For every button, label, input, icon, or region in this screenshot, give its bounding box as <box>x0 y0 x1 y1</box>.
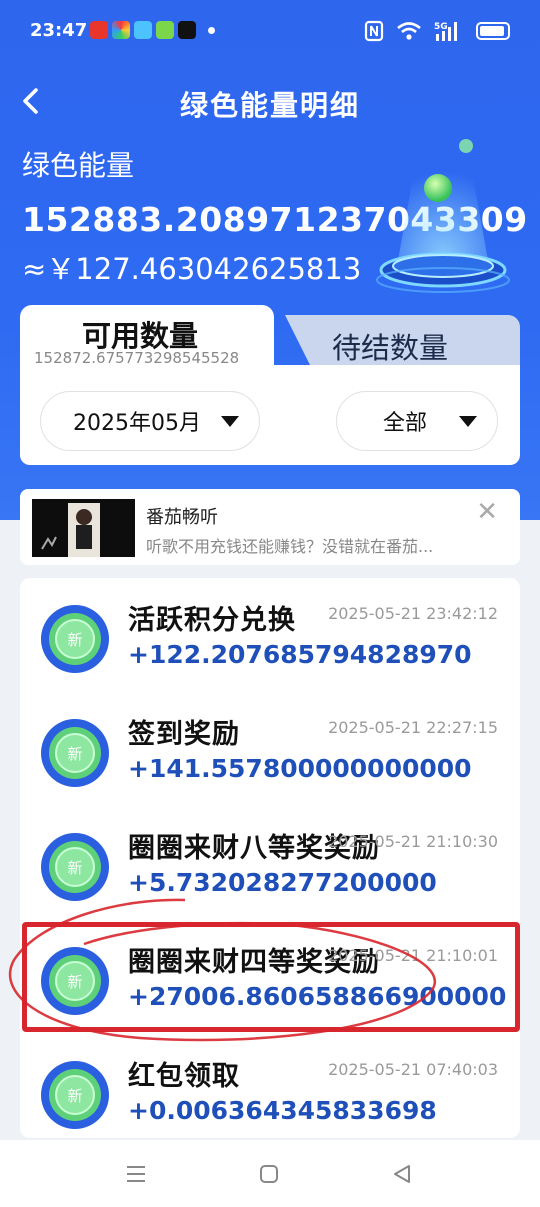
record-time: 2025-05-21 22:27:15 <box>328 718 498 737</box>
nfc-icon <box>364 20 384 42</box>
record-title: 签到奖励 <box>128 719 240 750</box>
caret-down-icon <box>459 416 477 427</box>
energy-coin-icon: 新 <box>41 1061 109 1129</box>
list-item[interactable]: 新 圈圈来财四等奖奖励 2025-05-21 21:10:01 +27006.8… <box>20 920 520 1034</box>
energy-coin-icon: 新 <box>41 947 109 1015</box>
more-notifications-icon <box>208 26 215 34</box>
record-time: 2025-05-21 07:40:03 <box>328 1060 498 1079</box>
close-icon[interactable]: ✕ <box>476 499 498 525</box>
svg-text:新: 新 <box>67 859 82 877</box>
record-title: 活跃积分兑换 <box>128 605 296 636</box>
status-app-icons <box>90 21 215 39</box>
list-item[interactable]: 新 签到奖励 2025-05-21 22:27:15 +141.55780000… <box>20 692 520 806</box>
record-amount: +27006.860658866900000 <box>128 982 507 1011</box>
record-time: 2025-05-21 23:42:12 <box>328 604 498 623</box>
month-dropdown[interactable]: 2025年05月 <box>40 391 260 451</box>
list-item[interactable]: 新 圈圈来财八等奖奖励 2025-05-21 21:10:30 +5.73202… <box>20 806 520 920</box>
svg-text:新: 新 <box>67 973 82 991</box>
list-item[interactable]: 新 活跃积分兑换 2025-05-21 23:42:12 +122.207685… <box>20 578 520 692</box>
balance-tab-card: 可用数量 152872.675773298545528 待结数量 2025年05… <box>20 305 520 465</box>
type-dropdown-value: 全部 <box>383 411 428 436</box>
menu-icon[interactable] <box>124 1162 148 1186</box>
app-notification-icon <box>90 21 108 39</box>
ad-title: 番茄畅听 <box>146 507 218 528</box>
list-item[interactable]: 新 红包领取 2025-05-21 07:40:03 +0.0063643458… <box>20 1034 520 1138</box>
tiktok-icon <box>178 21 196 39</box>
status-bar: 23:47 5G <box>0 0 540 64</box>
home-icon[interactable] <box>257 1162 281 1186</box>
record-amount: +122.207685794828970 <box>128 640 472 669</box>
record-time: 2025-05-21 21:10:01 <box>328 946 498 965</box>
month-dropdown-value: 2025年05月 <box>73 411 201 436</box>
record-time: 2025-05-21 21:10:30 <box>328 832 498 851</box>
svg-text:新: 新 <box>67 1087 82 1105</box>
energy-coin-icon: 新 <box>41 719 109 787</box>
app-notification-icon <box>112 21 130 39</box>
energy-pedestal-illustration <box>376 139 510 293</box>
status-time: 23:47 <box>30 20 88 41</box>
cellular-signal-icon: 5G <box>434 22 457 41</box>
record-amount: +5.732028277200000 <box>128 868 437 897</box>
wifi-icon <box>397 22 421 40</box>
tab-available-value: 152872.675773298545528 <box>34 349 240 367</box>
energy-cny-value: ≈￥127.463042625813 <box>22 252 362 286</box>
energy-coin-icon: 新 <box>41 833 109 901</box>
svg-text:新: 新 <box>67 631 82 649</box>
ad-thumbnail <box>32 499 135 557</box>
battery-icon <box>476 22 510 40</box>
record-amount: +0.006364345833698 <box>128 1096 437 1125</box>
system-nav-bar <box>0 1140 540 1207</box>
energy-label: 绿色能量 <box>22 149 135 182</box>
type-dropdown[interactable]: 全部 <box>336 391 498 451</box>
status-indicators: 5G <box>364 20 510 42</box>
tab-pending-label: 待结数量 <box>332 331 449 365</box>
svg-text:新: 新 <box>67 745 82 763</box>
page-title: 绿色能量明细 <box>179 89 360 122</box>
ad-banner[interactable]: 番茄畅听 听歌不用充钱还能赚钱？没错就在番茄... ✕ <box>20 489 520 565</box>
app-notification-icon <box>134 21 152 39</box>
signal-type-label: 5G <box>434 22 448 32</box>
energy-coin-icon: 新 <box>41 605 109 673</box>
back-icon[interactable] <box>390 1162 414 1186</box>
records-list: 新 活跃积分兑换 2025-05-21 23:42:12 +122.207685… <box>20 578 520 1138</box>
ad-description: 听歌不用充钱还能赚钱？没错就在番茄... <box>146 537 434 556</box>
record-title: 红包领取 <box>128 1061 240 1092</box>
record-amount: +141.557800000000000 <box>128 754 472 783</box>
caret-down-icon <box>221 416 239 427</box>
app-notification-icon <box>156 21 174 39</box>
